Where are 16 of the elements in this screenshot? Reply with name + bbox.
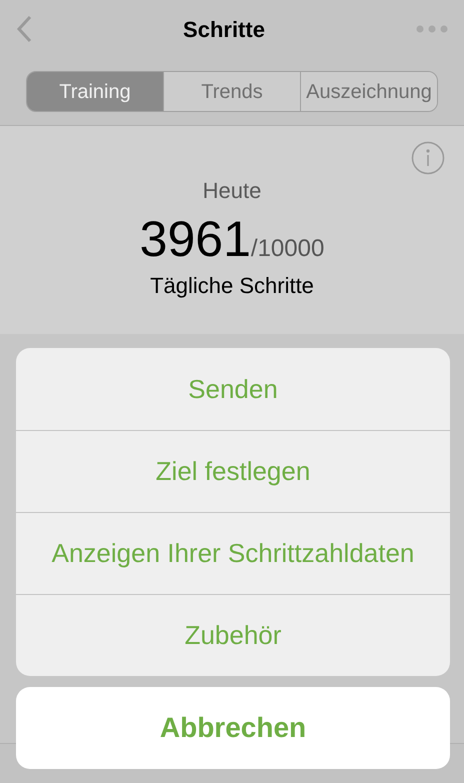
day-label: Heute xyxy=(202,177,262,205)
screen-title: Schritte xyxy=(183,16,265,44)
action-item[interactable]: Zubehör xyxy=(16,594,450,676)
back-icon[interactable] xyxy=(16,15,32,43)
step-goal: /10000 xyxy=(250,234,324,264)
segment-tab[interactable]: Auszeichnung xyxy=(300,72,437,111)
steps-caption: Tägliche Schritte xyxy=(150,272,314,300)
action-item[interactable]: Senden xyxy=(16,348,450,430)
step-count: 3961 xyxy=(140,210,251,269)
segment-tab[interactable]: Trends xyxy=(163,72,300,111)
action-item[interactable]: Anzeigen Ihrer Schrittzahldaten xyxy=(16,512,450,594)
segment-tab[interactable]: Training xyxy=(27,72,163,111)
more-icon[interactable] xyxy=(416,25,448,33)
action-item[interactable]: Ziel festlegen xyxy=(16,430,450,512)
cancel-button[interactable]: Abbrechen xyxy=(16,687,450,769)
info-icon[interactable] xyxy=(411,141,445,175)
